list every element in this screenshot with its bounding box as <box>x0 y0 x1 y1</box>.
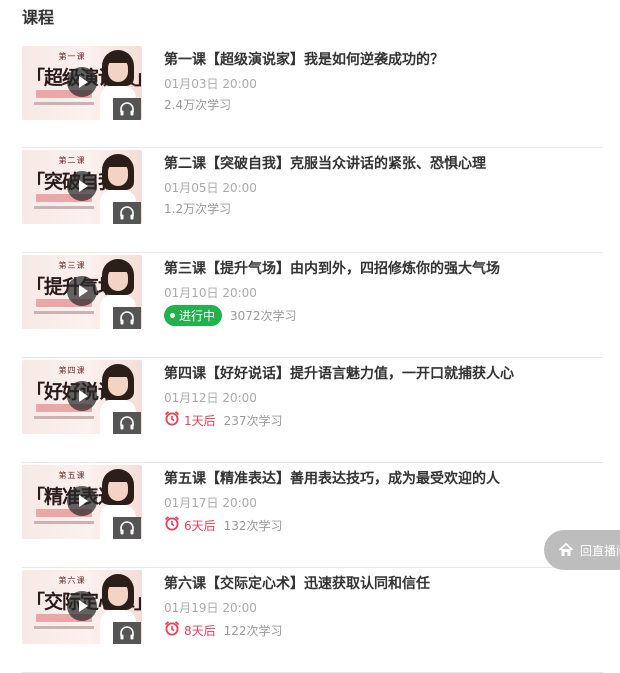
thumbnail-caption <box>34 521 94 524</box>
live-dot-icon <box>170 313 175 318</box>
lesson-item[interactable]: 第二课 「突破自我」 第二课【突破自我】克服当众讲话的紧张、恐惧心理 01月05… <box>22 148 603 253</box>
study-count: 1.2万次学习 <box>164 202 232 216</box>
lesson-date: 01月05日 20:00 <box>164 181 257 195</box>
lesson-title[interactable]: 第四课【好好说话】提升语言魅力值，一开口就捕获人心 <box>164 364 604 384</box>
lesson-item[interactable]: 第四课 「好好说话」 第四课【好好说话】提升语言魅力值，一开口就捕获人心 01月… <box>22 358 603 463</box>
lesson-title[interactable]: 第二课【突破自我】克服当众讲话的紧张、恐惧心理 <box>164 154 604 174</box>
live-status-label: 进行中 <box>179 308 216 323</box>
lesson-title[interactable]: 第五课【精准表达】善用表达技巧，成为最受欢迎的人 <box>164 469 604 489</box>
headphones-icon[interactable] <box>113 412 141 434</box>
lesson-thumbnail[interactable]: 第一课 「超级演说家」 <box>22 46 142 120</box>
thumbnail-lesson-number: 第六课 <box>58 576 86 585</box>
alarm-clock-icon <box>164 410 180 431</box>
study-count: 3072次学习 <box>230 308 297 323</box>
countdown-text: 8天后 <box>184 623 216 638</box>
lesson-date: 01月17日 20:00 <box>164 496 257 510</box>
thumbnail-lesson-number: 第二课 <box>58 156 86 165</box>
headphones-icon[interactable] <box>113 517 141 539</box>
play-icon[interactable] <box>67 67 97 97</box>
lesson-meta: 进行中 3072次学习 <box>164 305 297 326</box>
headphones-icon[interactable] <box>113 98 141 120</box>
lesson-thumbnail[interactable]: 第四课 「好好说话」 <box>22 360 142 434</box>
headphones-icon[interactable] <box>113 202 141 224</box>
lesson-item[interactable]: 第六课 「交际定心术」 第六课【交际定心术】迅速获取认同和信任 01月19日 2… <box>22 568 603 673</box>
thumbnail-lesson-number: 第一课 <box>58 52 86 61</box>
play-icon[interactable] <box>67 276 97 306</box>
alarm-clock-icon <box>164 620 180 641</box>
home-icon <box>558 542 574 556</box>
lesson-date: 01月03日 20:00 <box>164 77 257 91</box>
play-icon[interactable] <box>67 591 97 621</box>
lesson-list: 第一课 「超级演说家」 第一课【超级演说家】我是如何逆袭成功的？ 01月03日 … <box>22 44 603 673</box>
lesson-meta: 1天后 237次学习 <box>164 410 283 431</box>
study-count: 2.4万次学习 <box>164 98 232 112</box>
countdown-text: 6天后 <box>184 518 216 533</box>
alarm-clock-icon <box>164 515 180 536</box>
back-to-live-button[interactable]: 回直播间 <box>544 530 620 570</box>
study-count: 132次学习 <box>223 518 283 533</box>
lesson-date: 01月19日 20:00 <box>164 601 257 615</box>
lesson-thumbnail[interactable]: 第三课 「提升气场」 <box>22 255 142 329</box>
lesson-meta: 8天后 122次学习 <box>164 620 283 641</box>
live-status-badge[interactable]: 进行中 <box>164 305 223 326</box>
thumbnail-lesson-number: 第四课 <box>58 366 86 375</box>
lesson-meta: 1.2万次学习 <box>164 200 231 218</box>
lesson-title[interactable]: 第六课【交际定心术】迅速获取认同和信任 <box>164 574 604 594</box>
lesson-date: 01月10日 20:00 <box>164 286 257 300</box>
lesson-item[interactable]: 第三课 「提升气场」 第三课【提升气场】由内到外，四招修炼你的强大气场 01月1… <box>22 253 603 358</box>
thumbnail-lesson-number: 第五课 <box>58 471 86 480</box>
lesson-thumbnail[interactable]: 第二课 「突破自我」 <box>22 150 142 224</box>
thumbnail-caption <box>34 416 94 419</box>
thumbnail-lesson-number: 第三课 <box>58 261 86 270</box>
thumbnail-caption <box>34 206 94 209</box>
lesson-title[interactable]: 第三课【提升气场】由内到外，四招修炼你的强大气场 <box>164 259 604 279</box>
play-icon[interactable] <box>67 486 97 516</box>
thumbnail-caption <box>34 102 94 105</box>
lesson-thumbnail[interactable]: 第六课 「交际定心术」 <box>22 570 142 644</box>
thumbnail-caption <box>34 311 94 314</box>
lesson-thumbnail[interactable]: 第五课 「精准表达」 <box>22 465 142 539</box>
lesson-item[interactable]: 第五课 「精准表达」 第五课【精准表达】善用表达技巧，成为最受欢迎的人 01月1… <box>22 463 603 568</box>
section-title: 课程 <box>22 8 55 27</box>
headphones-icon[interactable] <box>113 622 141 644</box>
countdown-text: 1天后 <box>184 413 216 428</box>
lesson-meta: 2.4万次学习 <box>164 96 231 114</box>
back-to-live-label: 回直播间 <box>580 543 620 558</box>
lesson-meta: 6天后 132次学习 <box>164 515 283 536</box>
lesson-title[interactable]: 第一课【超级演说家】我是如何逆袭成功的？ <box>164 50 604 70</box>
lesson-item[interactable]: 第一课 「超级演说家」 第一课【超级演说家】我是如何逆袭成功的？ 01月03日 … <box>22 44 603 148</box>
headphones-icon[interactable] <box>113 307 141 329</box>
study-count: 237次学习 <box>223 413 283 428</box>
lesson-date: 01月12日 20:00 <box>164 391 257 405</box>
thumbnail-caption <box>34 626 94 629</box>
study-count: 122次学习 <box>223 623 283 638</box>
play-icon[interactable] <box>67 381 97 411</box>
play-icon[interactable] <box>67 171 97 201</box>
